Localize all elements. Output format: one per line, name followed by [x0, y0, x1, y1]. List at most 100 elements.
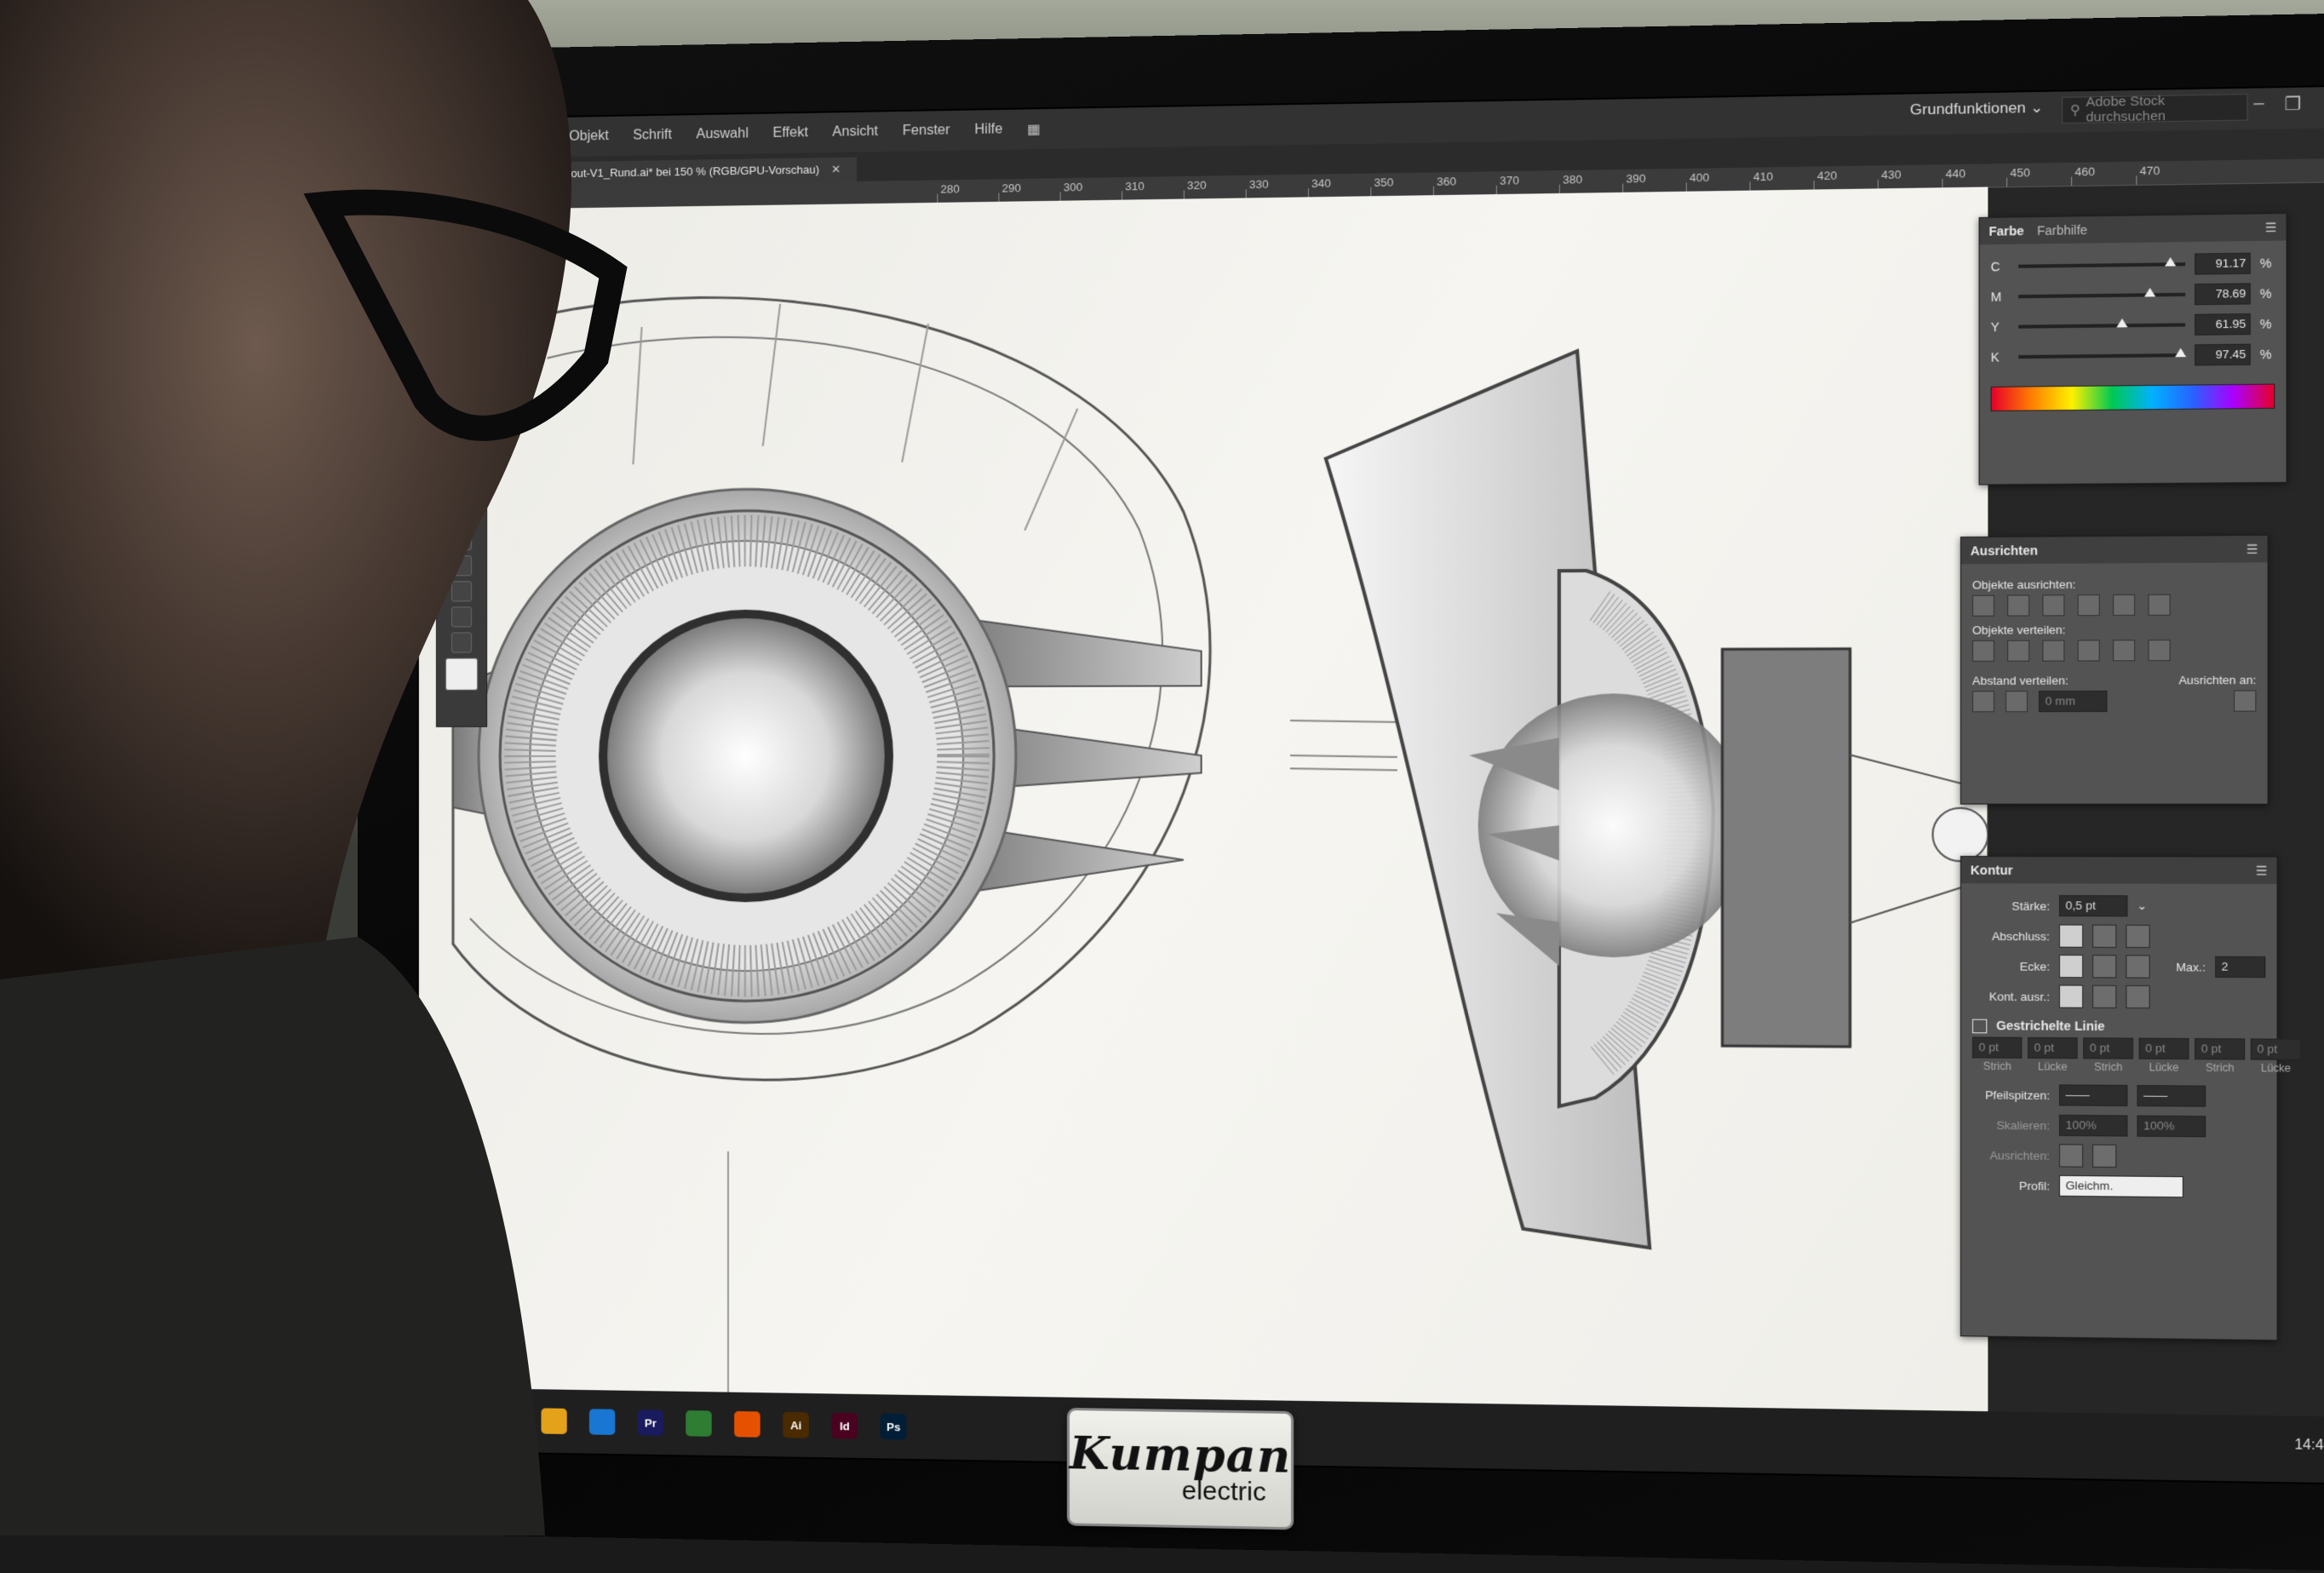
distribute-top-icon[interactable]	[1971, 640, 1994, 662]
direct-selection-tool-icon[interactable]	[450, 376, 473, 397]
color-spectrum[interactable]	[1990, 383, 2275, 412]
tab-color[interactable]: Farbe	[1988, 224, 2023, 238]
distribute-spacing-vertical-icon[interactable]	[1971, 691, 1994, 713]
align-stroke-inside-button[interactable]	[2092, 985, 2117, 1008]
arrow-tip-place-button[interactable]	[2092, 1144, 2117, 1168]
taskbar-app-icon[interactable]: Id	[831, 1412, 858, 1439]
arrowhead-start-select[interactable]: ——	[2058, 1084, 2128, 1107]
channel-value-input[interactable]: 78.69	[2195, 283, 2251, 306]
artboard[interactable]	[418, 187, 1988, 1412]
menu-effect[interactable]: Effekt	[772, 125, 807, 141]
close-tab-icon[interactable]: ✕	[831, 163, 841, 175]
arrow-tip-extend-button[interactable]	[2058, 1144, 2084, 1168]
distribute-center-horizontal-icon[interactable]	[2113, 640, 2136, 662]
channel-value-input[interactable]: 91.17	[2195, 252, 2251, 275]
align-top-icon[interactable]	[2077, 594, 2100, 617]
round-cap-button[interactable]	[2092, 924, 2117, 948]
align-right-icon[interactable]	[2042, 594, 2065, 617]
spacing-input[interactable]: 0 mm	[2039, 690, 2108, 713]
menu-help[interactable]: Hilfe	[974, 122, 1002, 138]
rectangle-tool-icon[interactable]	[450, 478, 473, 500]
fill-stroke-swatch-icon[interactable]	[445, 657, 479, 691]
taskbar-app-icon[interactable]	[686, 1410, 712, 1437]
bevel-join-button[interactable]	[2126, 955, 2150, 979]
align-center-horizontal-icon[interactable]	[2007, 594, 2030, 617]
menu-select[interactable]: Auswahl	[696, 126, 748, 142]
align-left-icon[interactable]	[1971, 594, 1994, 617]
rotate-tool-icon[interactable]	[450, 530, 473, 551]
panel-menu-icon[interactable]: ☰	[2247, 542, 2258, 557]
windows-start-icon[interactable]: ⊞	[436, 1408, 451, 1430]
dash-value-input[interactable]: 0 pt	[1971, 1036, 2023, 1059]
panel-menu-icon[interactable]: ☰	[2265, 220, 2277, 235]
round-join-button[interactable]	[2092, 955, 2117, 979]
brush-tool-icon[interactable]	[450, 504, 473, 525]
distribute-left-icon[interactable]	[2077, 640, 2100, 662]
selection-tool-icon[interactable]	[450, 350, 473, 371]
side-view[interactable]	[1326, 347, 1988, 1252]
align-panel-title[interactable]: Ausrichten	[1971, 543, 2038, 558]
browser-icon[interactable]	[589, 1409, 616, 1435]
channel-slider[interactable]	[2018, 257, 2186, 268]
dash-value-input[interactable]: 0 pt	[2083, 1037, 2133, 1059]
arrowhead-end-select[interactable]: ——	[2137, 1085, 2206, 1108]
channel-slider[interactable]	[2018, 347, 2187, 359]
arrange-documents-icon[interactable]: ▦	[1027, 120, 1041, 138]
projecting-cap-button[interactable]	[2126, 924, 2150, 949]
slider-thumb[interactable]	[2175, 347, 2187, 358]
arrow-start-scale-input[interactable]: 100%	[2058, 1115, 2128, 1137]
slider-thumb[interactable]	[2165, 257, 2177, 267]
dashed-line-checkbox[interactable]	[1971, 1019, 1988, 1034]
taskbar-app-icon[interactable]	[734, 1410, 760, 1438]
channel-value-input[interactable]: 61.95	[2195, 313, 2251, 336]
align-stroke-center-button[interactable]	[2058, 985, 2084, 1008]
align-bottom-icon[interactable]	[2148, 594, 2171, 616]
type-tool-icon[interactable]	[450, 427, 473, 449]
tab-color-guide[interactable]: Farbhilfe	[2037, 223, 2087, 238]
menu-window[interactable]: Fenster	[903, 123, 950, 139]
pen-tool-icon[interactable]	[450, 401, 473, 422]
taskbar-app-icon[interactable]: Ai	[783, 1411, 809, 1438]
panel-menu-icon[interactable]: ☰	[2256, 863, 2268, 878]
butt-cap-button[interactable]	[2058, 924, 2084, 948]
distribute-center-vertical-icon[interactable]	[2007, 640, 2030, 662]
front-view[interactable]	[453, 291, 1210, 1083]
line-tool-icon[interactable]	[450, 452, 473, 474]
align-stroke-outside-button[interactable]	[2126, 985, 2150, 1009]
task-view-icon[interactable]: ◐	[508, 1410, 519, 1430]
taskbar-app-icon[interactable]: Pr	[637, 1409, 664, 1436]
dash-value-input[interactable]: 0 pt	[2027, 1037, 2078, 1059]
dash-value-input[interactable]: 0 pt	[2250, 1038, 2302, 1061]
distribute-right-icon[interactable]	[2148, 640, 2171, 662]
zoom-tool-icon[interactable]	[450, 632, 473, 653]
align-to-selection-icon[interactable]	[2234, 690, 2257, 712]
align-center-vertical-icon[interactable]	[2113, 594, 2136, 617]
stroke-panel-title[interactable]: Kontur	[1971, 863, 2013, 877]
menu-object[interactable]: Objekt	[569, 129, 609, 145]
dash-value-input[interactable]: 0 pt	[2138, 1037, 2189, 1060]
file-explorer-icon[interactable]	[541, 1408, 567, 1435]
search-icon[interactable]: ⚲	[474, 1409, 487, 1431]
chevron-down-icon[interactable]: ⌄	[2137, 898, 2147, 913]
stock-search-input[interactable]: ⚲ Adobe Stock durchsuchen	[2062, 94, 2248, 125]
taskbar-app-icon[interactable]: Ps	[880, 1413, 907, 1440]
distribute-spacing-horizontal-icon[interactable]	[2005, 691, 2028, 713]
minimize-icon[interactable]: –	[2253, 94, 2264, 116]
hand-tool-icon[interactable]	[450, 606, 473, 628]
channel-slider[interactable]	[2018, 287, 2186, 299]
eyedropper-tool-icon[interactable]	[450, 581, 473, 602]
dash-value-input[interactable]: 0 pt	[2195, 1038, 2246, 1060]
menu-edit[interactable]: Bearbeiten	[479, 129, 545, 146]
slider-thumb[interactable]	[2143, 287, 2155, 297]
dashed-line-option[interactable]: Gestrichelte Linie	[1971, 1019, 2265, 1036]
maximize-icon[interactable]: ❐	[2285, 93, 2302, 116]
scale-tool-icon[interactable]	[450, 555, 473, 577]
menu-view[interactable]: Ansicht	[832, 124, 878, 141]
menu-type[interactable]: Schrift	[633, 128, 672, 144]
channel-slider[interactable]	[2018, 318, 2186, 329]
arrow-end-scale-input[interactable]: 100%	[2137, 1115, 2206, 1138]
miter-limit-input[interactable]: 2	[2214, 956, 2266, 979]
stroke-weight-input[interactable]: 0,5 pt	[2058, 895, 2128, 917]
profile-select[interactable]: Gleichm.	[2058, 1175, 2183, 1198]
workspace-switcher[interactable]: Grundfunktionen ⌄	[1910, 99, 2044, 118]
